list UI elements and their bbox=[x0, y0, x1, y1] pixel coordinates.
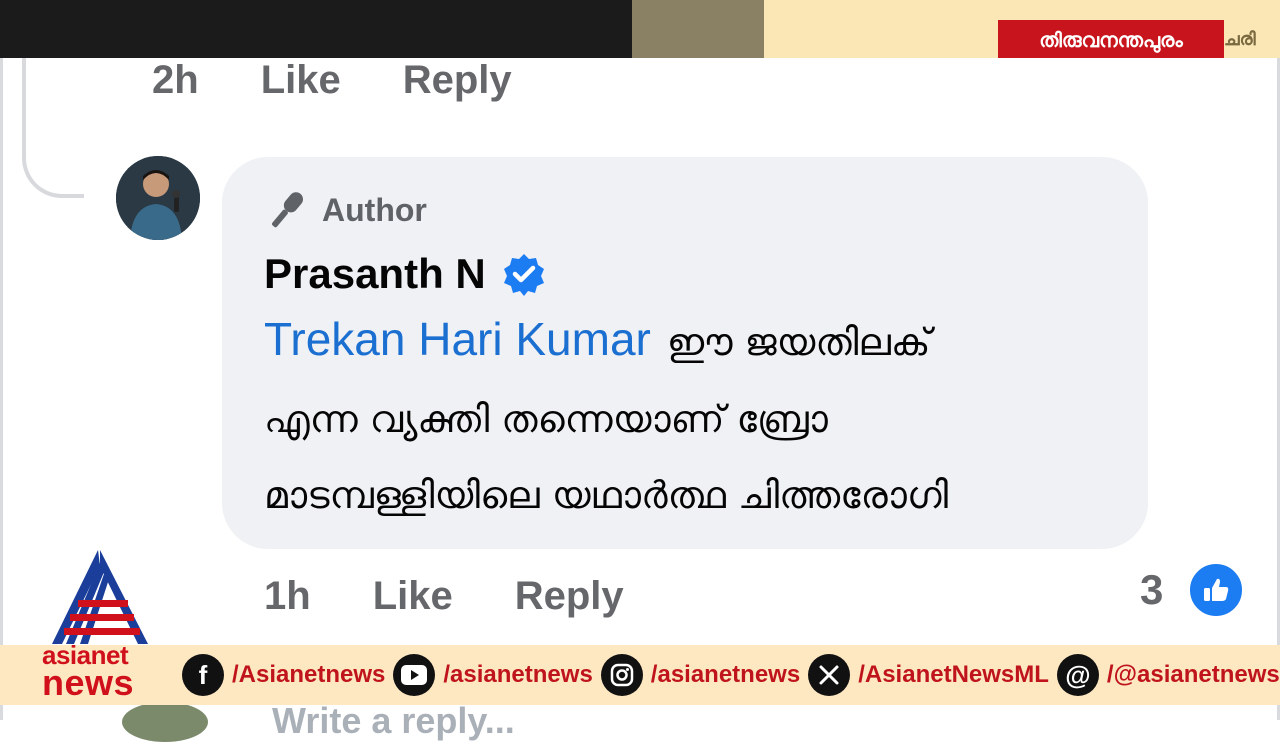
social-handle: /@asianetnews bbox=[1106, 661, 1280, 688]
microphone-icon bbox=[272, 192, 303, 228]
previous-comment-meta: 2h Like Reply bbox=[152, 58, 512, 102]
social-youtube: /asianetnews bbox=[393, 654, 593, 696]
previous-comment-reply-button[interactable]: Reply bbox=[403, 58, 512, 103]
write-reply-input[interactable]: Write a reply... bbox=[272, 700, 515, 742]
author-badge: Author bbox=[264, 188, 427, 232]
reply-button[interactable]: Reply bbox=[515, 574, 624, 619]
thumbs-up-icon bbox=[1204, 578, 1229, 601]
comment-time: 1h bbox=[264, 573, 311, 618]
social-handles: f /Asianetnews /asianetnews /asianetnews… bbox=[182, 652, 1280, 698]
previous-comment-like-button[interactable]: Like bbox=[261, 58, 341, 103]
verified-badge-icon bbox=[503, 254, 544, 296]
reply-thread-line bbox=[22, 58, 84, 198]
comment-text-line-1: Trekan Hari Kumar ഈ ജയതിലക് bbox=[264, 312, 931, 366]
youtube-icon bbox=[393, 654, 436, 696]
logo-line-2: news bbox=[42, 662, 135, 703]
social-handle: /AsianetNewsML bbox=[858, 661, 1049, 688]
mention-link[interactable]: Trekan Hari Kumar bbox=[264, 313, 651, 365]
person-photo-icon bbox=[116, 156, 200, 240]
social-instagram: /asianetnews bbox=[600, 654, 801, 696]
x-icon bbox=[808, 654, 851, 696]
social-threads: @ /@asianetnews bbox=[1056, 654, 1280, 696]
social-facebook: f /Asianetnews bbox=[182, 654, 385, 696]
comment-text-1: ഈ ജയതിലക് bbox=[666, 320, 931, 364]
author-name-row: Prasanth N bbox=[264, 248, 546, 300]
top-bar-mid-segment bbox=[632, 0, 764, 58]
previous-comment-time: 2h bbox=[152, 57, 199, 102]
comment-text-line-3: മാടമ്പള്ളിയിലെ യഥാർത്ഥ ചിത്തരോഗി bbox=[264, 473, 949, 517]
author-badge-label: Author bbox=[322, 191, 427, 228]
top-bar-dark-segment bbox=[0, 0, 632, 58]
like-button[interactable]: Like bbox=[373, 574, 453, 619]
comment-meta: 1h Like Reply bbox=[264, 574, 624, 618]
social-handle: /Asianetnews bbox=[232, 661, 386, 688]
current-user-avatar bbox=[122, 702, 208, 742]
facebook-icon: f bbox=[182, 654, 224, 696]
comment-text-line-2: എന്ന വ്യക്തി തന്നെയാണ് ബ്രോ bbox=[264, 397, 828, 441]
social-x: /AsianetNewsML bbox=[808, 654, 1049, 696]
author-name[interactable]: Prasanth N bbox=[264, 250, 486, 298]
author-avatar[interactable] bbox=[116, 156, 200, 240]
social-handle: /asianetnews bbox=[443, 661, 593, 688]
channel-logo-text: asianet news bbox=[42, 642, 164, 703]
location-tag-overflow: ചരി bbox=[1224, 29, 1256, 50]
reaction-count[interactable]: 3 bbox=[1140, 566, 1163, 614]
like-reaction-icon[interactable] bbox=[1188, 562, 1244, 618]
location-tag: തിരുവനന്തപുരം bbox=[998, 20, 1224, 60]
threads-icon: @ bbox=[1056, 654, 1099, 696]
social-handle: /asianetnews bbox=[650, 661, 801, 688]
instagram-icon bbox=[600, 654, 643, 696]
